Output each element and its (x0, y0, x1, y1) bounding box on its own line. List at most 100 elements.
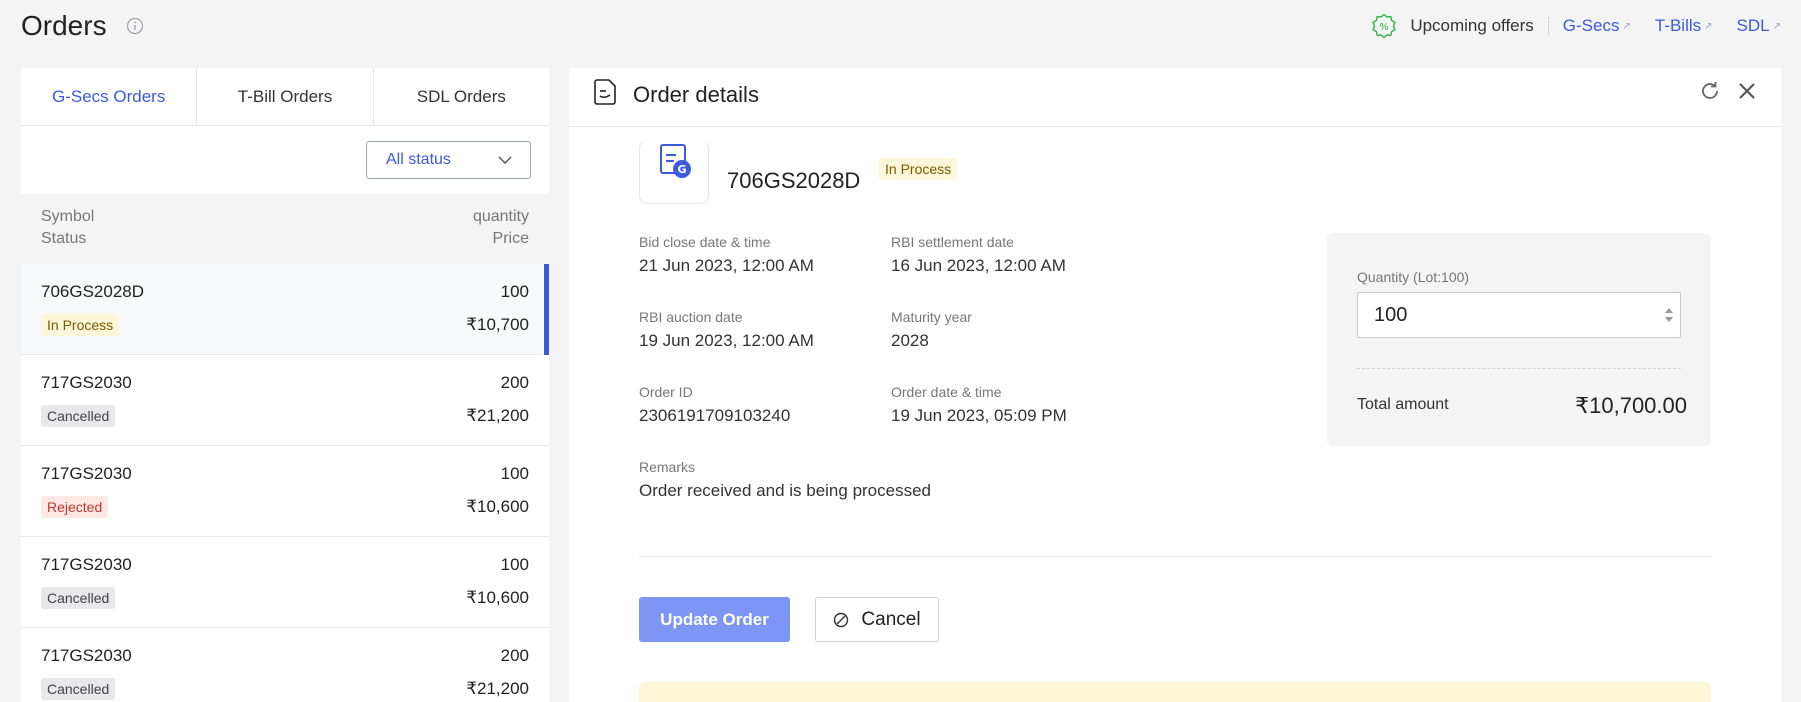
g-sec-bond-icon: G (660, 144, 691, 178)
field-label: RBI auction date (639, 309, 743, 325)
field-value: Order received and is being processed (639, 481, 931, 500)
divider (1547, 17, 1549, 35)
order-quantity: 100 (500, 555, 529, 574)
order-date-field: Order date & time 19 Jun 2023, 05:09 PM (891, 384, 1067, 426)
info-icon[interactable] (126, 17, 144, 35)
column-quantity: quantity (472, 208, 529, 225)
field-label: Maturity year (891, 309, 972, 325)
order-row[interactable]: 717GS2030 200 Cancelled ₹21,200 (21, 628, 549, 702)
order-list: 706GS2028D 100 In Process ₹10,700 717GS2… (21, 264, 549, 702)
tab-t-bill-orders[interactable]: T-Bill Orders (197, 68, 374, 125)
order-quantity: 200 (500, 646, 529, 665)
order-price: ₹21,200 (466, 406, 529, 425)
quantity-input[interactable] (1357, 292, 1681, 338)
total-amount-value: ₹10,700.00 (1575, 393, 1687, 418)
order-symbol: 717GS2030 (41, 646, 132, 665)
order-details-panel: Order details G 706GS2028D In Process Bi… (569, 68, 1781, 702)
rbi-auction-field: RBI auction date 19 Jun 2023, 12:00 AM (639, 309, 814, 351)
divider (639, 556, 1711, 557)
document-icon (594, 79, 616, 105)
status-badge: Cancelled (41, 405, 116, 427)
divider (1357, 368, 1681, 369)
order-price: ₹10,600 (466, 588, 529, 607)
update-order-button[interactable]: Update Order (639, 597, 790, 642)
order-id-field: Order ID 2306191709103240 (639, 384, 790, 426)
field-value: 2306191709103240 (639, 406, 791, 425)
order-symbol: 717GS2030 (41, 464, 132, 483)
order-details-title: Order details (633, 82, 759, 107)
bid-close-field: Bid close date & time 21 Jun 2023, 12:00… (639, 234, 814, 276)
status-badge: In Process (41, 314, 120, 336)
field-value: 19 Jun 2023, 12:00 AM (639, 331, 814, 350)
page-title: Orders (21, 10, 107, 41)
field-label: Order date & time (891, 384, 1002, 400)
status-badge: Cancelled (41, 678, 116, 700)
link-label: T-Bills (1654, 16, 1702, 35)
status-badge: Rejected (41, 496, 109, 518)
field-value: 19 Jun 2023, 05:09 PM (891, 406, 1067, 425)
column-price: Price (492, 230, 529, 247)
notice-banner (639, 682, 1711, 702)
svg-text:G: G (677, 163, 686, 176)
external-link-icon: ↗ (1704, 20, 1713, 32)
field-value: 2028 (891, 331, 929, 350)
status-filter-value: All status (386, 151, 451, 168)
upcoming-offers-label: Upcoming offers (1410, 16, 1534, 35)
list-header-right: quantity Price (473, 206, 529, 250)
top-bar: Orders % Upcoming offers G-Secs ↗ T-Bills… (0, 0, 1801, 52)
order-price: ₹21,200 (466, 679, 529, 698)
order-row[interactable]: 717GS2030 100 Cancelled ₹10,600 (21, 537, 549, 628)
field-value: 21 Jun 2023, 12:00 AM (639, 256, 814, 275)
link-sdl[interactable]: SDL ↗ (1737, 16, 1781, 36)
cancel-order-button[interactable]: Cancel (815, 597, 939, 642)
link-label: G-Secs (1562, 16, 1620, 35)
link-t-bills[interactable]: T-Bills ↗ (1655, 16, 1713, 36)
order-quantity: 100 (500, 464, 529, 483)
svg-text:%: % (1380, 22, 1390, 33)
field-label: RBI settlement date (891, 234, 1014, 250)
field-label: Order ID (639, 384, 693, 400)
quantity-label: Quantity (Lot:100) (1357, 269, 1470, 285)
order-row[interactable]: 717GS2030 100 Rejected ₹10,600 (21, 446, 549, 537)
order-row[interactable]: 717GS2030 200 Cancelled ₹21,200 (21, 355, 549, 446)
field-value: 16 Jun 2023, 12:00 AM (891, 256, 1066, 275)
order-details-header: Order details (569, 68, 1781, 127)
cancel-icon (834, 612, 849, 627)
status-badge: In Process (879, 158, 958, 180)
cancel-label: Cancel (861, 608, 921, 630)
order-tabs: G-Secs Orders T-Bill Orders SDL Orders (21, 68, 549, 126)
field-label: Bid close date & time (639, 234, 771, 250)
order-quantity: 200 (500, 373, 529, 392)
chevron-down-icon (498, 155, 512, 164)
security-logo: G (639, 140, 709, 204)
order-symbol: 706GS2028D (41, 282, 145, 301)
status-filter-select[interactable]: All status (366, 141, 531, 179)
link-label: SDL (1736, 16, 1770, 35)
refresh-icon[interactable] (1699, 80, 1721, 102)
security-name: 706GS2028D (727, 168, 861, 193)
tab-sdl-orders[interactable]: SDL Orders (374, 68, 549, 125)
order-symbol: 717GS2030 (41, 373, 132, 392)
maturity-year-field: Maturity year 2028 (891, 309, 972, 351)
external-link-icon: ↗ (1622, 20, 1631, 32)
order-price: ₹10,600 (466, 497, 529, 516)
column-status: Status (41, 230, 87, 247)
order-price: ₹10,700 (466, 315, 529, 334)
order-row[interactable]: 706GS2028D 100 In Process ₹10,700 (21, 264, 549, 355)
close-icon[interactable] (1736, 80, 1758, 102)
stepper-arrows-icon[interactable] (1664, 305, 1674, 325)
link-g-secs[interactable]: G-Secs ↗ (1563, 16, 1631, 36)
orders-list-panel: G-Secs Orders T-Bill Orders SDL Orders A… (21, 68, 549, 702)
field-label: Remarks (639, 459, 696, 475)
list-header: Symbol Status quantity Price (21, 194, 549, 264)
rbi-settlement-field: RBI settlement date 16 Jun 2023, 12:00 A… (891, 234, 1066, 276)
quantity-card: Quantity (Lot:100) Total amount ₹10,700.… (1327, 233, 1711, 446)
order-symbol: 717GS2030 (41, 555, 132, 574)
remarks-field: Remarks Order received and is being proc… (639, 459, 931, 501)
column-symbol: Symbol (41, 208, 95, 225)
upcoming-offers-bar: % Upcoming offers G-Secs ↗ T-Bills ↗ SDL ↗ (1371, 12, 1781, 40)
discount-badge-icon: % (1372, 13, 1397, 39)
list-header-left: Symbol Status (41, 206, 94, 250)
tab-g-secs-orders[interactable]: G-Secs Orders (21, 68, 198, 125)
order-quantity: 100 (500, 282, 529, 301)
